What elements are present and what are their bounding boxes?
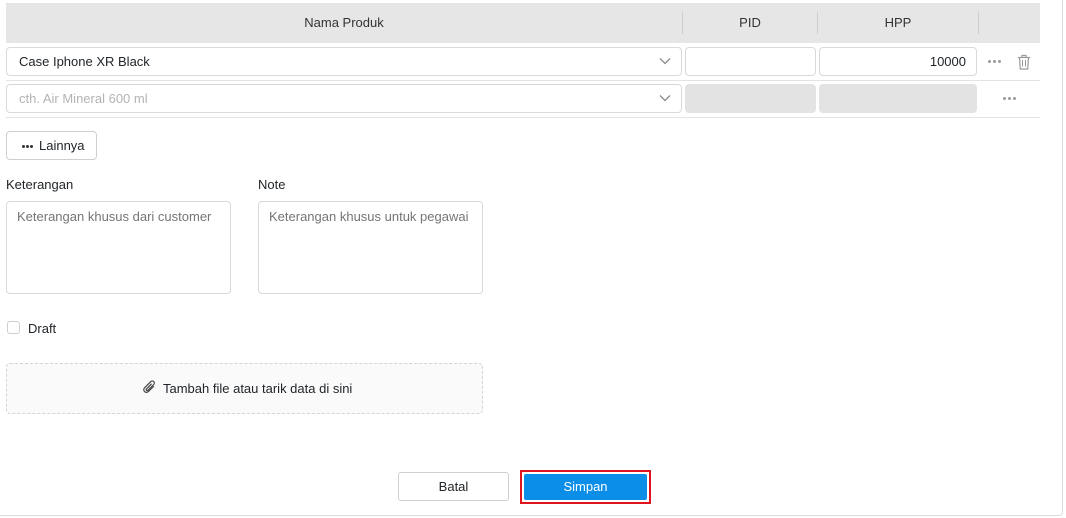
pid-input-row-2 — [685, 84, 816, 113]
row-options-icon[interactable] — [988, 60, 1002, 64]
chevron-down-icon — [659, 58, 671, 65]
draft-label: Draft — [28, 321, 57, 336]
row-options-icon[interactable] — [1003, 97, 1017, 101]
pid-input-row-1[interactable] — [685, 47, 816, 76]
ellipsis-icon — [22, 145, 36, 149]
dropzone-label: Tambah file atau tarik data di sini — [163, 381, 353, 396]
product-select-placeholder: cth. Air Mineral 600 ml — [19, 91, 148, 106]
note-textarea[interactable] — [258, 201, 483, 294]
hpp-input-row-1[interactable]: 10000 — [819, 47, 977, 76]
save-button[interactable]: Simpan — [524, 474, 647, 500]
header-divider — [978, 12, 979, 34]
form-panel: Nama Produk PID HPP Case Iphone XR Black… — [0, 0, 1063, 516]
more-options-button[interactable]: Lainnya — [6, 131, 97, 160]
trash-icon[interactable] — [1017, 54, 1031, 70]
row-divider — [6, 80, 1040, 81]
more-options-label: Lainnya — [39, 138, 85, 153]
paperclip-icon — [143, 380, 155, 393]
note-label: Note — [258, 177, 286, 192]
cancel-button[interactable]: Batal — [398, 472, 509, 501]
draft-checkbox[interactable] — [7, 321, 20, 334]
save-button-highlight: Simpan — [520, 470, 651, 504]
product-select-value: Case Iphone XR Black — [19, 54, 150, 69]
hpp-value: 10000 — [929, 54, 966, 69]
hpp-input-row-2 — [819, 84, 977, 113]
header-nama-produk: Nama Produk — [304, 15, 384, 30]
chevron-down-icon — [659, 95, 671, 102]
product-select-row-1[interactable]: Case Iphone XR Black — [6, 47, 682, 76]
header-pid: PID — [739, 15, 761, 30]
keterangan-textarea[interactable] — [6, 201, 231, 294]
row-divider — [6, 117, 1040, 118]
product-select-row-2[interactable]: cth. Air Mineral 600 ml — [6, 84, 682, 113]
file-dropzone[interactable]: Tambah file atau tarik data di sini — [6, 363, 483, 414]
keterangan-label: Keterangan — [6, 177, 74, 192]
table-header: Nama Produk PID HPP — [6, 3, 1040, 43]
header-hpp: HPP — [884, 15, 912, 30]
